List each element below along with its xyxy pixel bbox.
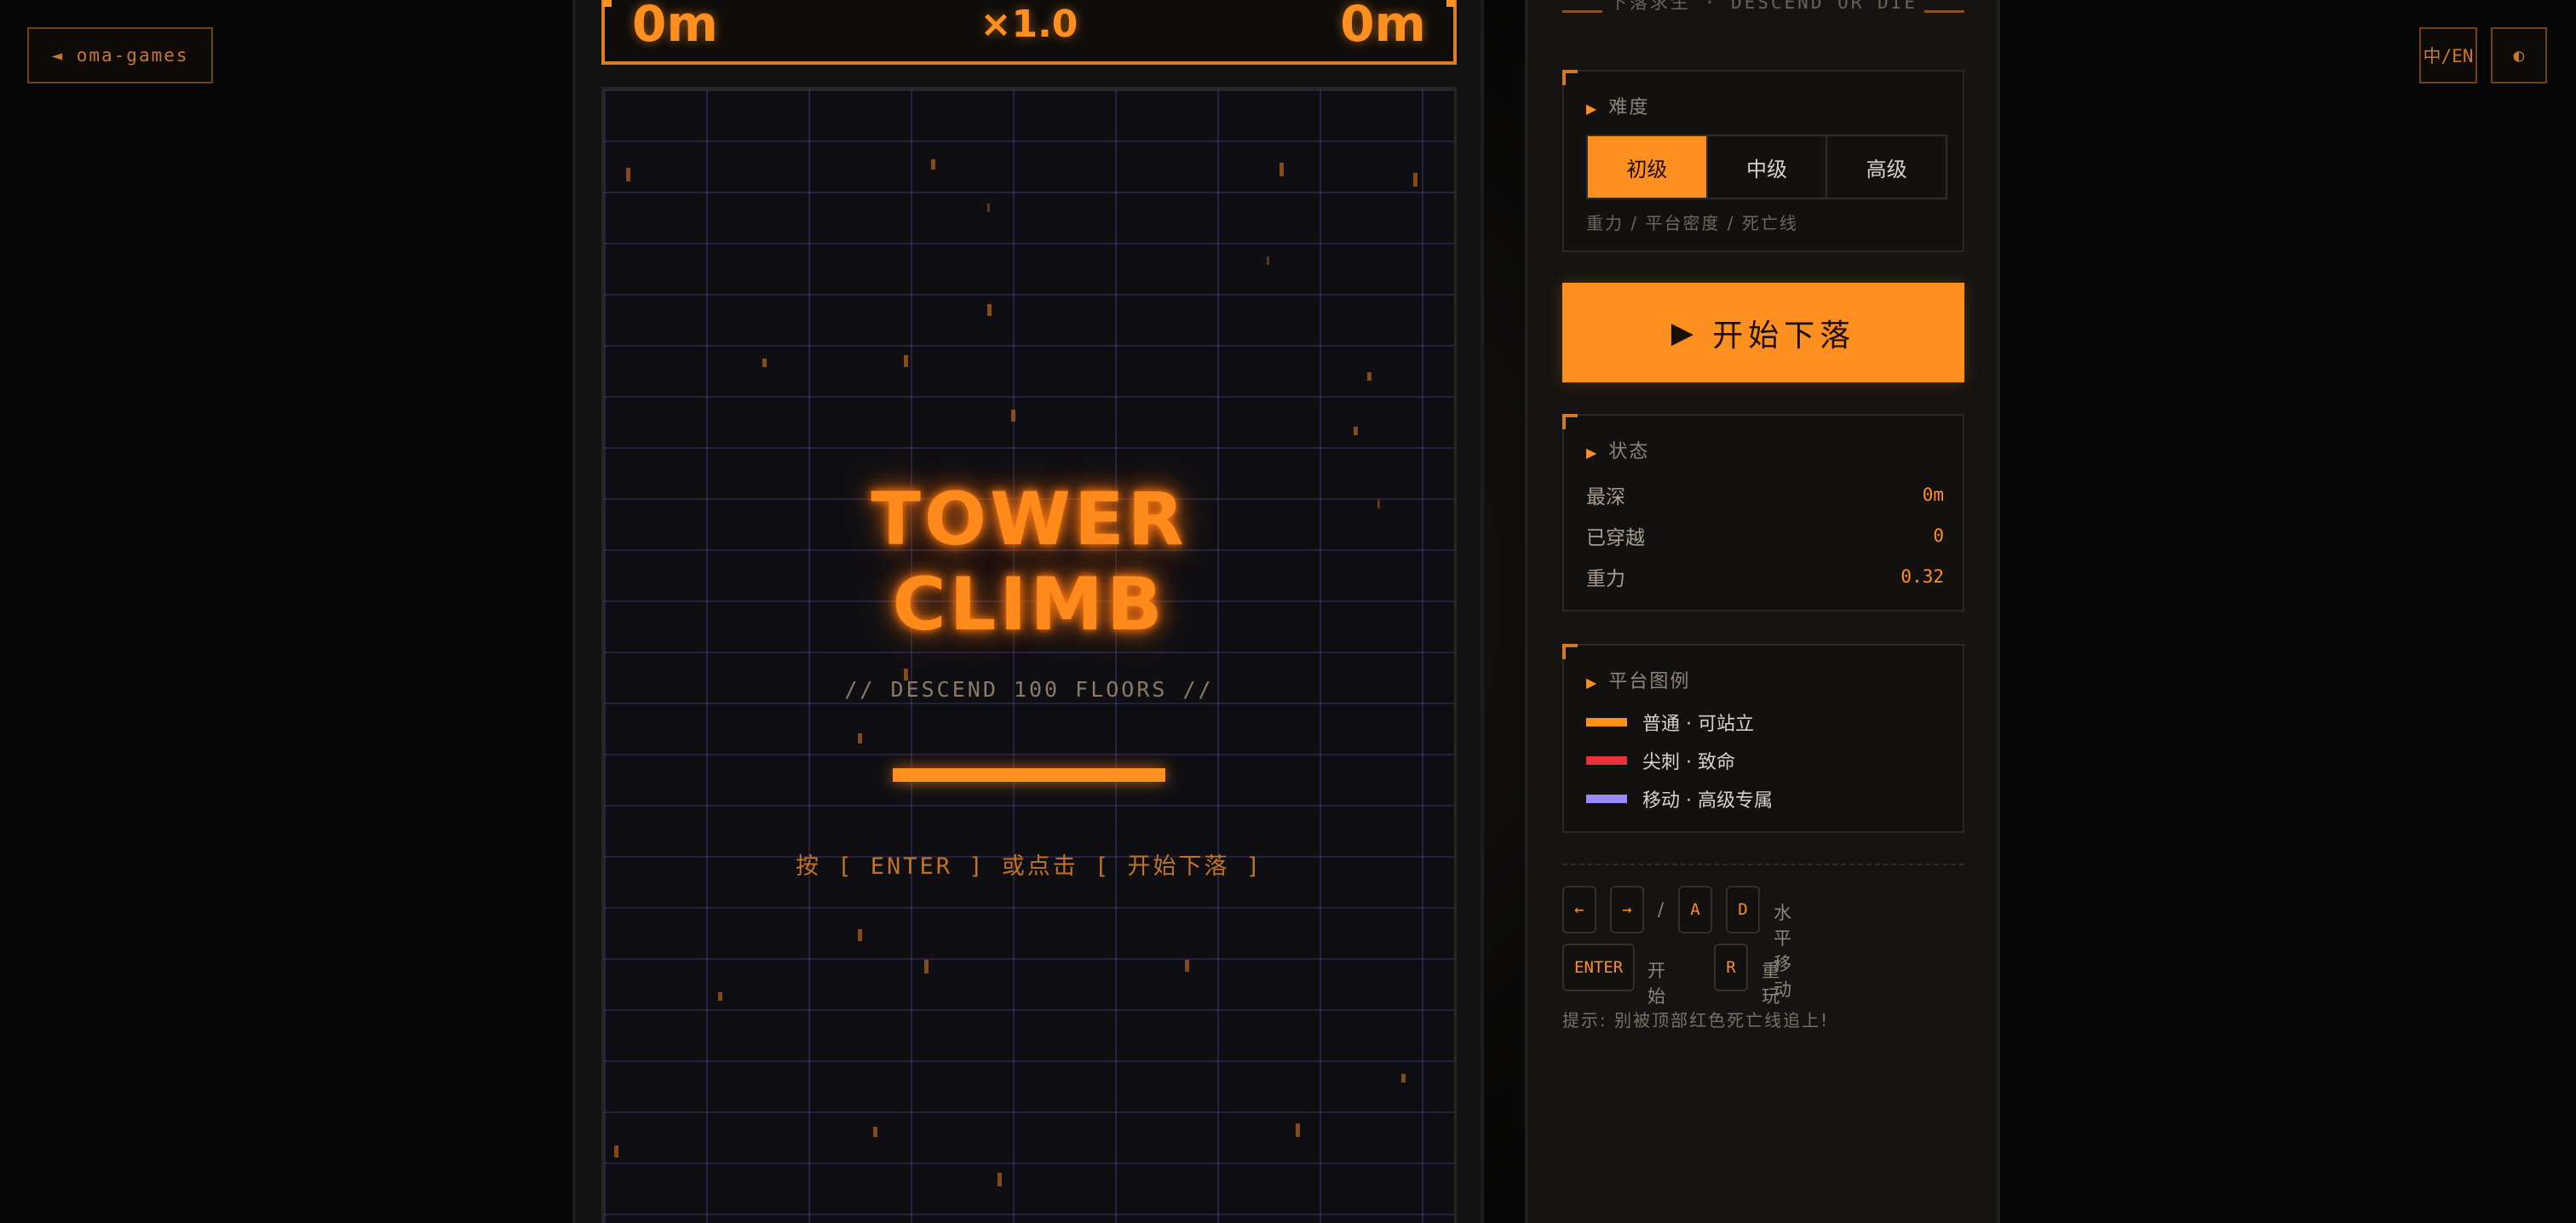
ember-particle	[1011, 410, 1015, 422]
back-to-oma-games-button[interactable]: ◄ oma-games	[27, 27, 213, 83]
legend-label: 移动 · 高级专属	[1642, 790, 1773, 812]
status-title: ▶ 状态	[1586, 436, 1649, 463]
ember-particle	[904, 355, 908, 367]
key-left-arrow: ←	[1562, 886, 1596, 933]
hud-depth-left: 0m	[632, 0, 718, 53]
hud-corner-tick	[603, 0, 612, 7]
difficulty-option-advanced[interactable]: 高级	[1827, 136, 1946, 198]
stat-value: 0	[1933, 525, 1944, 546]
panel-corner-accent	[1562, 70, 1578, 85]
difficulty-title: ▶ 难度	[1586, 92, 1649, 119]
stat-value: 0.32	[1900, 566, 1944, 587]
ember-particle	[987, 204, 990, 212]
legend-label: 普通 · 可站立	[1642, 714, 1754, 735]
ember-particle	[924, 960, 929, 973]
game-title-line-1: TOWER	[871, 477, 1187, 562]
difficulty-note: 重力 / 平台密度 / 死亡线	[1586, 213, 1798, 233]
legend-title: ▶ 平台图例	[1586, 666, 1690, 693]
key-a: A	[1678, 886, 1712, 933]
hud-bar: 0m ×1.0 0m	[601, 0, 1457, 65]
stat-row-gravity: 重力 0.32	[1586, 562, 1944, 591]
key-enter: ENTER	[1562, 944, 1636, 991]
ember-particle	[718, 992, 722, 1001]
stat-value: 0m	[1922, 485, 1944, 505]
panel-corner-accent	[1562, 414, 1578, 429]
start-descent-label: 开始下落	[1712, 318, 1856, 353]
caret-right-icon: ▶	[1586, 445, 1599, 461]
legend-label: 尖刺 · 致命	[1642, 752, 1735, 773]
stat-label: 已穿越	[1586, 527, 1645, 549]
ember-particle	[1401, 1074, 1406, 1082]
platform-legend-panel: ▶ 平台图例 普通 · 可站立 尖刺 · 致命 移动 · 高级专属	[1562, 644, 1964, 833]
ember-particle	[998, 1173, 1002, 1186]
stat-row-passed: 已穿越 0	[1586, 521, 1944, 550]
controls-divider	[1562, 864, 1964, 865]
legend-item-normal: 普通 · 可站立	[1586, 709, 1754, 736]
language-toggle-button[interactable]: 中/EN	[2419, 27, 2477, 83]
restart-key-label: 重玩	[1762, 961, 1780, 1007]
caret-right-icon: ▶	[1586, 100, 1599, 117]
ember-particle	[626, 168, 630, 181]
legend-item-spike: 尖刺 · 致命	[1586, 747, 1735, 774]
contrast-icon: ◐	[2513, 45, 2525, 66]
ember-particle	[1267, 256, 1269, 265]
ember-particle	[858, 929, 862, 941]
status-panel: ▶ 状态 最深 0m 已穿越 0 重力 0.32	[1562, 414, 1964, 612]
back-label: ◄ oma-games	[51, 45, 189, 66]
game-well[interactable]	[601, 87, 1457, 1223]
ember-particle	[1279, 163, 1284, 176]
stat-label: 重力	[1586, 568, 1625, 590]
hud-multiplier: ×1.0	[980, 2, 1078, 46]
key-r: R	[1714, 944, 1748, 991]
legend-item-moving: 移动 · 高级专属	[1586, 785, 1773, 812]
theme-toggle-button[interactable]: ◐	[2491, 27, 2547, 83]
play-icon: ▶	[1670, 315, 1694, 350]
tip-text: 提示: 别被顶部红色死亡线追上!	[1562, 1010, 1830, 1031]
stat-row-deepest: 最深 0m	[1586, 480, 1944, 509]
start-prompt: 按 [ ENTER ] 或点击 [ 开始下落 ]	[795, 853, 1263, 880]
hud-corner-tick	[1446, 0, 1455, 7]
ember-particle	[1185, 960, 1189, 972]
legend-swatch	[1586, 795, 1627, 803]
difficulty-selector: 初级 中级 高级	[1586, 135, 1947, 199]
status-title-text: 状态	[1608, 441, 1650, 462]
game-title-line-2: CLIMB	[892, 562, 1166, 647]
start-key-label: 开始	[1647, 961, 1665, 1007]
side-panel-header-text: 下落求生 · DESCEND OR DIE	[1602, 0, 1924, 13]
legend-swatch	[1586, 718, 1627, 726]
start-descent-button[interactable]: ▶ 开始下落	[1562, 283, 1964, 382]
ember-particle	[873, 1127, 877, 1137]
key-d: D	[1726, 886, 1760, 933]
ember-particle	[931, 159, 935, 169]
side-panel-header: 下落求生 · DESCEND OR DIE	[1562, 0, 1964, 38]
difficulty-panel: ▶ 难度 初级 中级 高级 重力 / 平台密度 / 死亡线	[1562, 70, 1964, 252]
ember-particle	[614, 1145, 618, 1157]
title-underline-bar	[893, 768, 1165, 782]
difficulty-option-intermediate[interactable]: 中级	[1708, 136, 1828, 198]
difficulty-title-text: 难度	[1608, 97, 1650, 118]
ember-particle	[1413, 173, 1417, 187]
ember-particle	[987, 304, 992, 316]
ember-particle	[762, 359, 767, 367]
hud-depth-right: 0m	[1340, 0, 1426, 53]
legend-swatch	[1586, 756, 1627, 765]
key-right-arrow: →	[1610, 886, 1644, 933]
ember-particle	[1354, 427, 1358, 435]
ember-particle	[1367, 372, 1371, 381]
language-toggle-label: 中/EN	[2423, 46, 2474, 66]
stat-label: 最深	[1586, 486, 1625, 508]
key-separator: /	[1658, 899, 1665, 920]
legend-title-text: 平台图例	[1608, 671, 1691, 692]
panel-corner-accent	[1562, 644, 1578, 659]
difficulty-option-beginner[interactable]: 初级	[1588, 136, 1708, 198]
game-subtitle: // DESCEND 100 FLOORS //	[844, 677, 1214, 702]
ember-particle	[858, 733, 862, 744]
ember-particle	[1296, 1123, 1300, 1137]
caret-right-icon: ▶	[1586, 675, 1599, 691]
